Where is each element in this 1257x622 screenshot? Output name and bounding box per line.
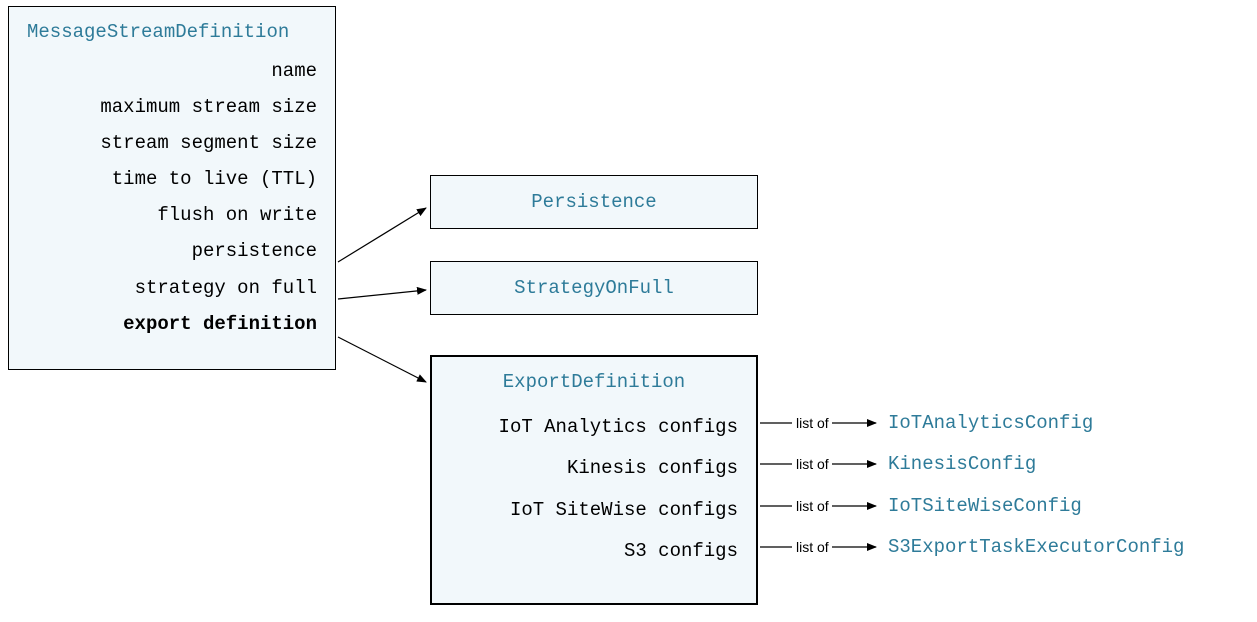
strategy-on-full-box: StrategyOnFull [430, 261, 758, 315]
list-of-label: list of [796, 456, 829, 472]
type-kinesis-config: KinesisConfig [888, 453, 1036, 475]
msd-prop: time to live (TTL) [27, 161, 317, 197]
export-def-prop: S3 configs [450, 531, 738, 572]
export-definition-box: ExportDefinition IoT Analytics configs K… [430, 355, 758, 605]
arrow-persistence [338, 208, 426, 262]
type-iot-sitewise-config: IoTSiteWiseConfig [888, 495, 1082, 517]
arrow-export-definition [338, 337, 426, 382]
msd-prop-export-definition: export definition [27, 306, 317, 342]
export-def-prop: Kinesis configs [450, 448, 738, 489]
list-of-label: list of [796, 539, 829, 555]
type-iot-analytics-config: IoTAnalyticsConfig [888, 412, 1093, 434]
export-definition-title: ExportDefinition [450, 371, 738, 393]
export-def-prop: IoT Analytics configs [450, 407, 738, 448]
list-of-label: list of [796, 498, 829, 514]
msd-prop: stream segment size [27, 125, 317, 161]
strategy-on-full-title: StrategyOnFull [514, 277, 674, 299]
list-of-label: list of [796, 415, 829, 431]
msd-prop: strategy on full [27, 270, 317, 306]
export-def-prop: IoT SiteWise configs [450, 490, 738, 531]
message-stream-definition-box: MessageStreamDefinition name maximum str… [8, 6, 336, 370]
msd-title: MessageStreamDefinition [27, 21, 317, 43]
msd-prop: maximum stream size [27, 89, 317, 125]
type-s3-export-task-executor-config: S3ExportTaskExecutorConfig [888, 536, 1184, 558]
persistence-box: Persistence [430, 175, 758, 229]
msd-prop: flush on write [27, 197, 317, 233]
arrow-strategy-on-full [338, 290, 426, 299]
msd-prop: persistence [27, 233, 317, 269]
msd-prop: name [27, 53, 317, 89]
persistence-title: Persistence [531, 191, 656, 213]
